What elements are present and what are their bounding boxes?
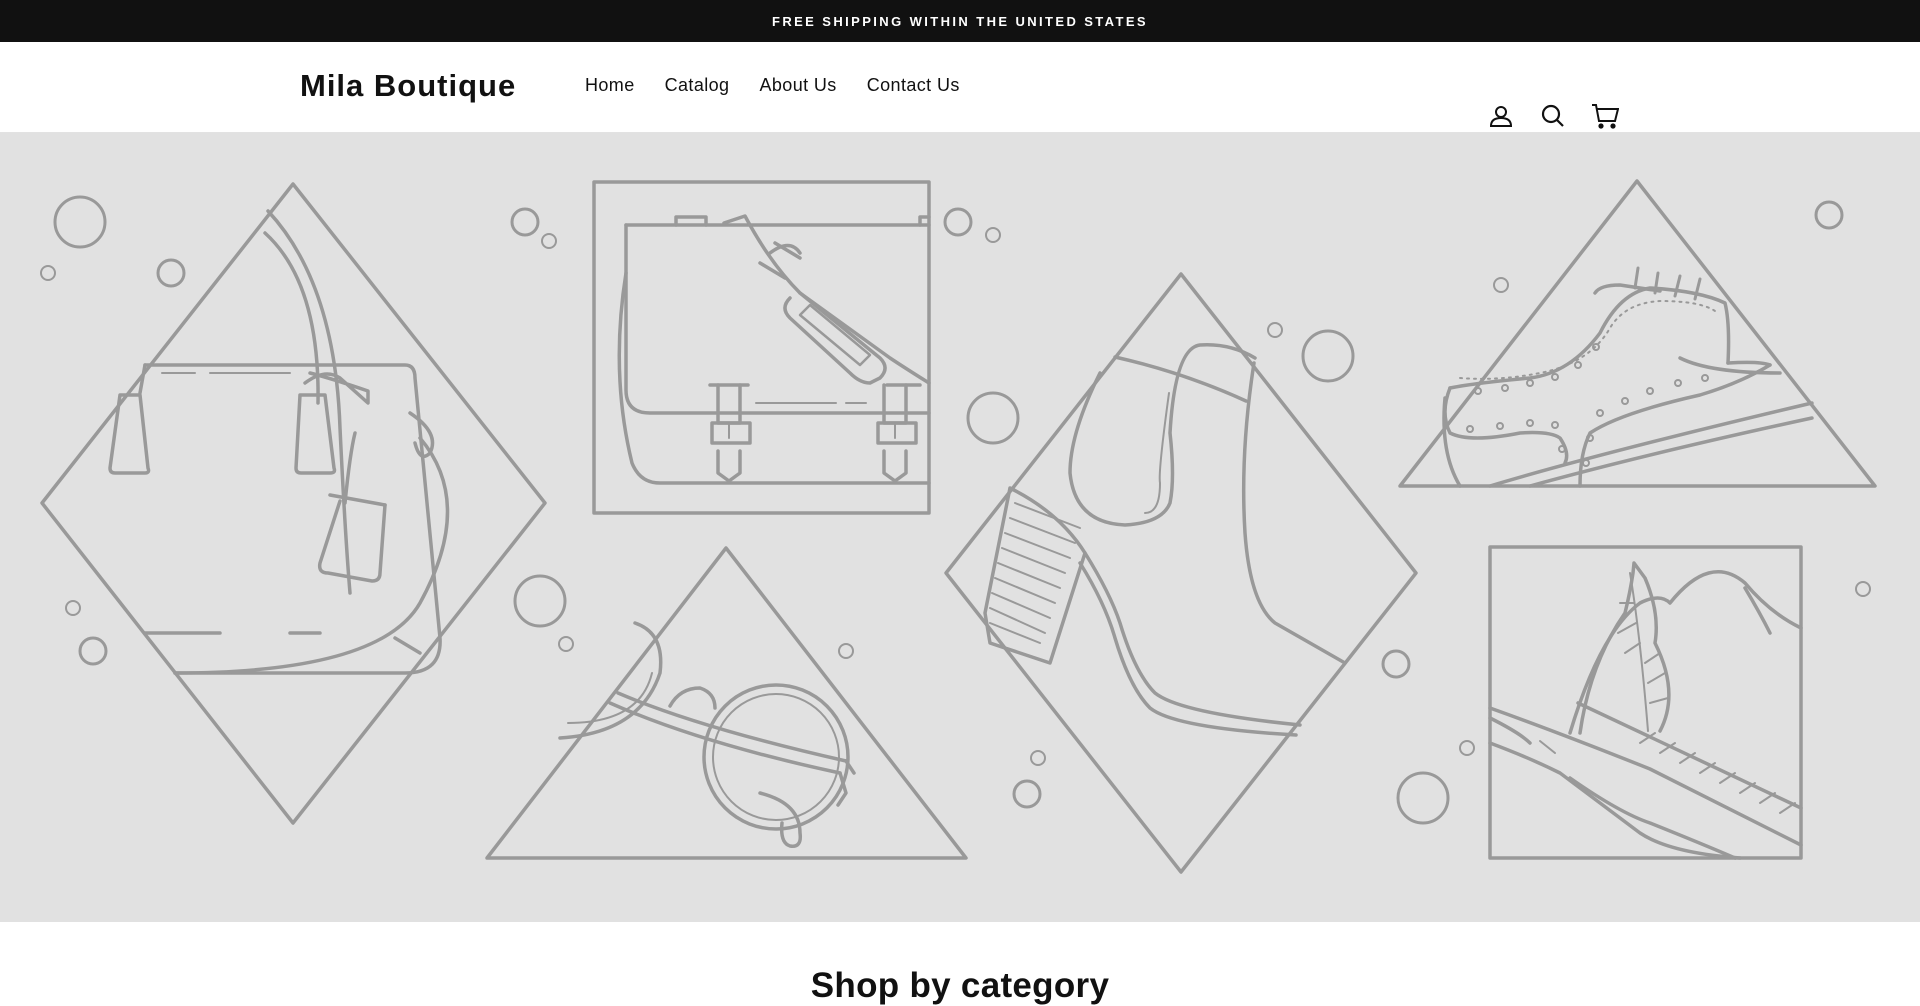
- site-header: Mila Boutique Home Catalog About Us Cont…: [0, 42, 1920, 133]
- main-nav: Home Catalog About Us Contact Us: [585, 75, 990, 96]
- nav-link-about-us[interactable]: About Us: [759, 75, 836, 96]
- announcement-text[interactable]: FREE SHIPPING WITHIN THE UNITED STATES: [772, 14, 1148, 29]
- account-icon[interactable]: [1486, 101, 1516, 131]
- messenger-bag-illustration: [592, 180, 931, 515]
- feather-hat-illustration: [1488, 545, 1803, 860]
- sunglasses-illustration: [485, 546, 968, 860]
- nav-link-home[interactable]: Home: [585, 75, 635, 96]
- nav-link-catalog[interactable]: Catalog: [665, 75, 730, 96]
- category-section: Shop by category: [0, 922, 1920, 1005]
- cart-icon[interactable]: [1590, 101, 1620, 131]
- search-icon[interactable]: [1538, 101, 1568, 131]
- hero-banner[interactable]: [0, 133, 1920, 922]
- nav-link-contact-us[interactable]: Contact Us: [867, 75, 960, 96]
- section-title-shop-by-category: Shop by category: [810, 966, 1110, 1005]
- site-logo[interactable]: Mila Boutique: [300, 68, 516, 104]
- handbag-illustration: [40, 182, 547, 825]
- announcement-bar: FREE SHIPPING WITHIN THE UNITED STATES: [0, 0, 1920, 42]
- hero-illustration: [40, 179, 1877, 874]
- brogue-shoe-illustration: [1398, 179, 1877, 488]
- ankle-boot-illustration: [944, 272, 1418, 874]
